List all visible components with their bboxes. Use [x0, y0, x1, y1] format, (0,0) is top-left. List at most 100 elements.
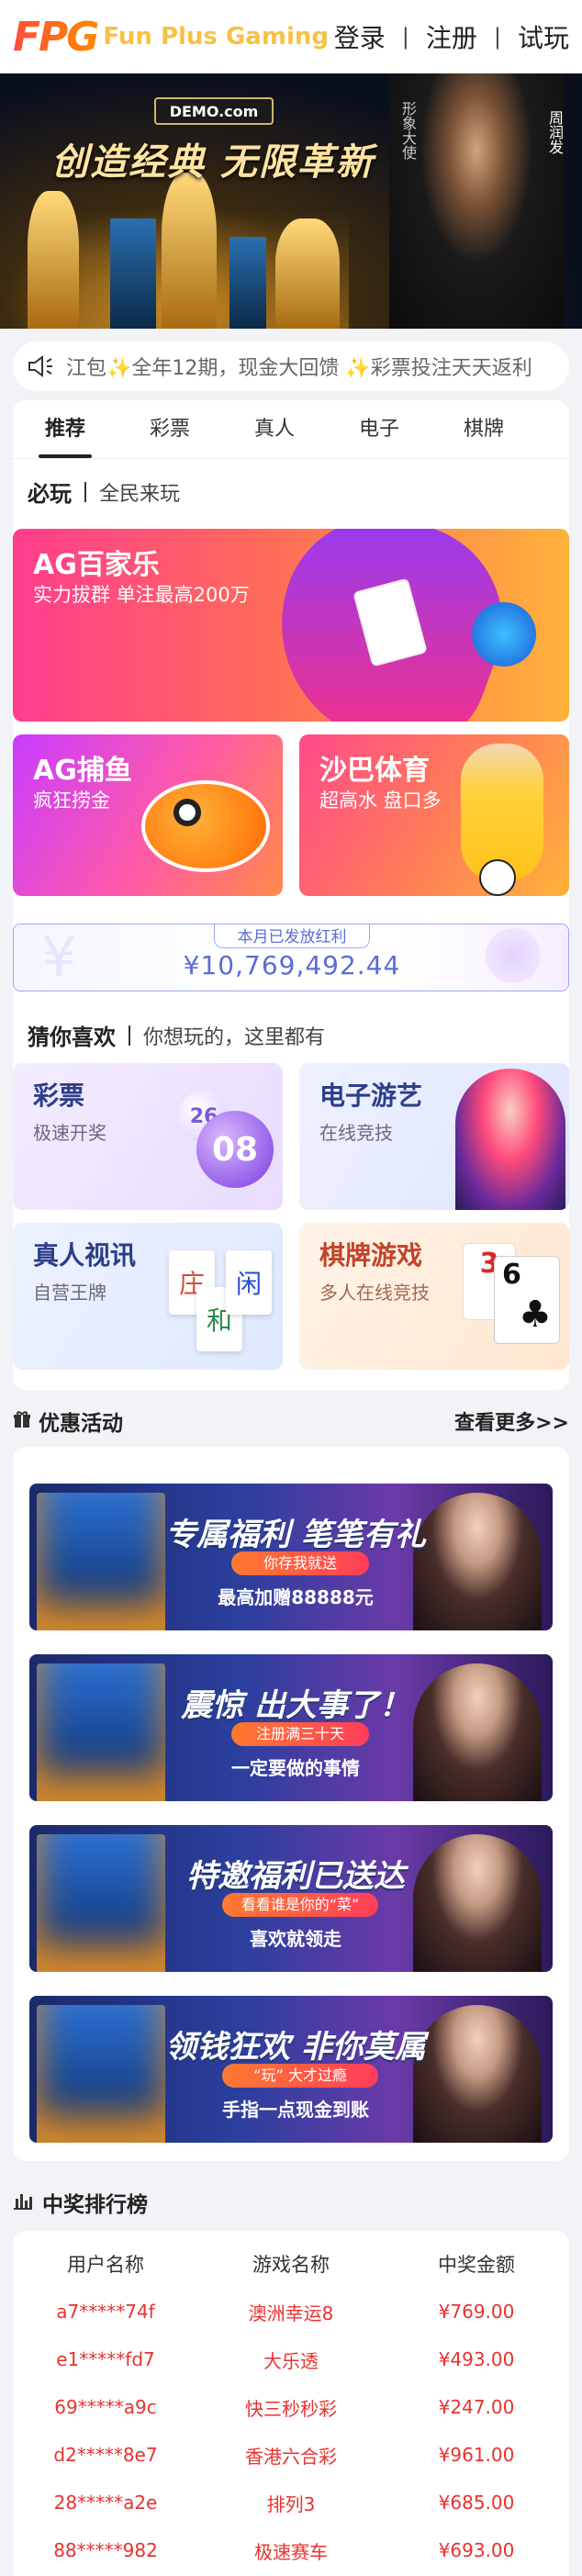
- gift-icon: [13, 1410, 31, 1432]
- banner-slogan: 创造经典 无限革新: [51, 141, 375, 184]
- fish-eye-art: [173, 799, 201, 826]
- tab-lottery[interactable]: 彩票: [118, 400, 222, 458]
- banner-name-text: 周润发: [546, 110, 564, 154]
- win-amount: ¥961.00: [438, 2444, 515, 2466]
- logo-mark: FPG: [13, 13, 99, 61]
- card-subtitle: 多人在线竞技: [319, 1282, 430, 1304]
- divider: [84, 481, 86, 502]
- character-art: [455, 1069, 565, 1210]
- promotions-header: 优惠活动 查看更多>>: [13, 1401, 569, 1441]
- hero-banner[interactable]: DEMO.com 创造经典 无限革新 形象大使 周润发: [0, 73, 582, 329]
- promotions-title: 优惠活动: [39, 1412, 123, 1436]
- separator: |: [401, 24, 409, 50]
- tile-icon: 闲: [226, 1250, 272, 1315]
- card-subtitle: 在线竞技: [319, 1122, 393, 1144]
- table-row: d2*****8e7 香港六合彩 ¥961.00: [13, 2431, 569, 2479]
- lottery-ball-icon: 08: [196, 1111, 274, 1188]
- promo-tag: “玩” 大才过瘾: [222, 2064, 378, 2088]
- game-name: 澳洲幸运8: [248, 2302, 334, 2324]
- trial-link[interactable]: 试玩: [518, 18, 569, 55]
- game-name: 极速赛车: [254, 2540, 328, 2563]
- user-name: e1*****fd7: [56, 2348, 155, 2370]
- section-title: 猜你喜欢: [28, 1025, 116, 1050]
- promo-city-art: [37, 1663, 165, 1801]
- promo-title: 特邀福利已送达: [186, 1858, 405, 1895]
- logo-text: Fun Plus Gaming: [103, 23, 329, 50]
- card-title: 电子游艺: [319, 1081, 423, 1111]
- card-title: AG百家乐: [33, 549, 160, 581]
- win-amount: ¥769.00: [438, 2301, 515, 2323]
- ranking-title: 中奖排行榜: [42, 2193, 148, 2217]
- banner-tower: [162, 173, 217, 329]
- banner-building: [229, 237, 266, 329]
- football-art: [479, 859, 516, 896]
- bar-chart-icon: [13, 2191, 33, 2213]
- register-link[interactable]: 注册: [426, 18, 477, 55]
- card-subtitle: 超高水 盘口多: [319, 790, 442, 812]
- promo-title: 专属福利 笔笔有礼: [165, 1517, 426, 1553]
- section-subtitle: 你想玩的，这里都有: [143, 1025, 326, 1049]
- game-card-saba-sports[interactable]: 沙巴体育 超高水 盘口多: [299, 734, 569, 896]
- notice-bar[interactable]: 江包✨全年12期，现金大回馈 ✨彩票投注天天返利: [13, 342, 569, 391]
- win-amount: ¥693.00: [438, 2539, 515, 2561]
- game-name: 快三秒秒彩: [245, 2397, 337, 2420]
- playing-card-icon: 6 ♣: [494, 1256, 560, 1344]
- like-card-chess-card[interactable]: 3 6 ♣ 棋牌游戏 多人在线竞技: [299, 1223, 569, 1370]
- win-amount: ¥493.00: [438, 2348, 515, 2370]
- tab-electronic[interactable]: 电子: [327, 400, 431, 458]
- table-row: a7*****74f 澳洲幸运8 ¥769.00: [13, 2288, 569, 2335]
- like-card-lottery[interactable]: 26 08 彩票 极速开奖: [13, 1063, 283, 1210]
- speaker-icon: [28, 355, 55, 377]
- card-subtitle: 疯狂捞金: [33, 790, 110, 812]
- promo-banner[interactable]: 领钱狂欢 非你莫属 “玩” 大才过瘾 手指一点现金到账: [29, 1996, 553, 2143]
- promo-title: 领钱狂欢 非你莫属: [165, 2029, 426, 2066]
- ranking-table: 用户名称 游戏名称 中奖金额 a7*****74f 澳洲幸运8 ¥769.00 …: [13, 2231, 569, 2576]
- login-link[interactable]: 登录: [334, 18, 386, 55]
- tab-recommend[interactable]: 推荐: [13, 400, 118, 458]
- card-title: 彩票: [33, 1081, 85, 1111]
- banner-site-badge: DEMO.com: [154, 97, 274, 125]
- promo-line: 喜欢就领走: [250, 1928, 341, 1950]
- promo-tag: 注册满三十天: [231, 1722, 369, 1746]
- promo-banner[interactable]: 专属福利 笔笔有礼 你存我就送 最高加赠88888元: [29, 1484, 553, 1630]
- section-you-may-like: 猜你喜欢 你想玩的，这里都有: [28, 1019, 325, 1051]
- separator: |: [493, 24, 501, 50]
- promotions-panel: 专属福利 笔笔有礼 你存我就送 最高加赠88888元 震惊 出大事了！ 注册满三…: [13, 1447, 569, 2161]
- game-name: 香港六合彩: [245, 2445, 337, 2468]
- card-title: AG捕鱼: [33, 755, 132, 787]
- game-panel: 推荐 彩票 真人 电子 棋牌 必玩 全民来玩 AG百家乐 实力拔群 单注最高20…: [13, 400, 569, 1390]
- game-card-ag-fishing[interactable]: AG捕鱼 疯狂捞金: [13, 734, 283, 896]
- chip-art: [472, 602, 536, 666]
- game-card-ag-baccarat[interactable]: AG百家乐 实力拔群 单注最高200万: [13, 529, 569, 722]
- like-card-live-video[interactable]: 庄 和 闲 真人视讯 自营王牌: [13, 1223, 283, 1370]
- user-name: 69*****a9c: [54, 2396, 157, 2418]
- tab-chess-card[interactable]: 棋牌: [431, 400, 536, 458]
- top-header: FPG Fun Plus Gaming 登录 | 注册 | 试玩: [0, 0, 582, 73]
- game-name: 排列3: [266, 2492, 316, 2515]
- card-subtitle: 自营王牌: [33, 1282, 106, 1304]
- table-row: e1*****fd7 大乐透 ¥493.00: [13, 2335, 569, 2383]
- logo[interactable]: FPG Fun Plus Gaming: [13, 9, 329, 64]
- table-row: 28*****a2e 排列3 ¥685.00: [13, 2479, 569, 2526]
- view-more-link[interactable]: 查看更多>>: [454, 1406, 569, 1436]
- bonus-distributed-box: ¥ 本月已发放红利 ¥10,769,492.44: [13, 924, 569, 991]
- like-card-electronic[interactable]: 电子游艺 在线竞技: [299, 1063, 569, 1210]
- club-icon: ♣: [519, 1294, 552, 1336]
- tab-live[interactable]: 真人: [222, 400, 327, 458]
- promo-city-art: [37, 1834, 165, 1972]
- table-row: 69*****a9c 快三秒秒彩 ¥247.00: [13, 2383, 569, 2431]
- banner-tower: [28, 191, 79, 329]
- promo-banner[interactable]: 震惊 出大事了！ 注册满三十天 一定要做的事情: [29, 1654, 553, 1801]
- promo-banner[interactable]: 特邀福利已送达 看看谁是你的“菜” 喜欢就领走: [29, 1825, 553, 1972]
- user-name: 28*****a2e: [53, 2492, 158, 2514]
- section-title: 必玩: [28, 481, 72, 507]
- divider: [129, 1025, 130, 1046]
- card-title: 沙巴体育: [319, 755, 430, 787]
- promo-tag: 看看谁是你的“菜”: [222, 1893, 378, 1917]
- win-amount: ¥685.00: [438, 2492, 515, 2514]
- banner-tower: [275, 218, 340, 329]
- card-subtitle: 实力拔群 单注最高200万: [33, 584, 250, 606]
- user-name: 88*****982: [53, 2539, 158, 2561]
- promo-city-art: [37, 2005, 165, 2143]
- auth-links: 登录 | 注册 | 试玩: [334, 18, 569, 55]
